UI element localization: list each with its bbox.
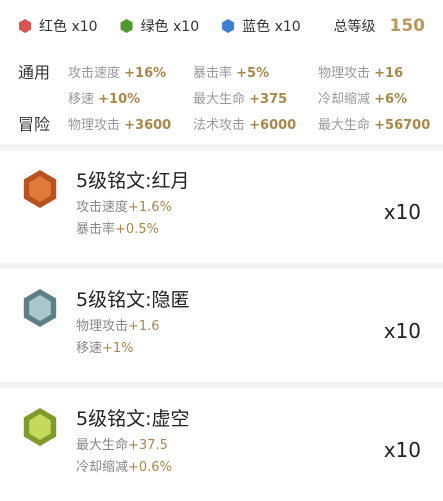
rune-stat: 冷却缩减+0.6% [76,456,172,475]
stat-name: 移速 [68,91,95,107]
green-gem-count: 绿色 x10 [120,16,200,36]
blue-gem-icon [222,19,235,33]
stat-name: 最大生命 [193,91,246,107]
general-label: 通用 [18,63,51,82]
rune-stat-value: +0.6% [128,460,172,475]
rune-quantity: x10 [383,200,421,224]
rune-stat: 攻击速度+1.6% [76,196,172,215]
total-level: 总等级 150 [334,16,426,36]
stat-value: +6000 [249,117,297,133]
rune-stat-name: 冷却缩减 [76,460,129,475]
red-gem-count: 红色 x10 [18,16,98,36]
green-gem-icon [120,19,133,33]
general-row-1: 通用 攻击速度 +16% 暴击率 +5% 物理攻击 +16 [0,58,443,84]
stats-table: 通用 攻击速度 +16% 暴击率 +5% 物理攻击 +16 移速 +10% 最大… [0,58,443,136]
void-rune-icon [23,408,57,446]
stat-cell: 移速 +10% [68,88,193,107]
adventure-label: 冒险 [18,115,51,134]
stat-cell: 暴击率 +5% [193,62,318,81]
rune-stat-name: 攻击速度 [76,200,129,215]
rune-title: 5级铭文:隐匿 [76,289,190,311]
green-gem-label: 绿色 x10 [140,19,200,35]
rune-stat-value: +37.5 [128,438,168,453]
stat-value: +16% [124,65,167,81]
stat-name: 物理攻击 [68,117,121,133]
rune-title: 5级铭文:虚空 [76,408,190,430]
general-row-2: 移速 +10% 最大生命 +375 冷却缩减 +6% [0,84,443,110]
total-level-label: 总等级 [333,19,376,35]
rune-stat: 最大生命+37.5 [76,434,168,453]
stat-name: 物理攻击 [318,65,371,81]
stat-name: 法术攻击 [193,117,246,133]
red-gem-label: 红色 x10 [39,19,98,35]
blue-gem-label: 蓝色 x10 [242,19,301,35]
total-level-value: 150 [389,16,426,36]
stat-cell: 冷却缩减 +6% [318,88,443,107]
stat-value: +10% [98,91,141,107]
adventure-row: 冒险 物理攻击 +3600 法术攻击 +6000 最大生命 +56700 [0,110,443,136]
rune-card-red-moon[interactable]: 5级铭文:红月 攻击速度+1.6% 暴击率+0.5% x10 [0,150,443,263]
hidden-rune-icon [23,289,57,327]
stat-name: 最大生命 [318,117,371,133]
stat-value: +3600 [124,117,172,133]
stat-cell: 物理攻击 +16 [318,62,443,81]
stat-name: 冷却缩减 [318,91,371,107]
stat-cell: 法术攻击 +6000 [193,114,318,133]
rune-stat: 暴击率+0.5% [76,218,159,237]
stat-name: 攻击速度 [68,65,121,81]
rune-card-void[interactable]: 5级铭文:虚空 最大生命+37.5 冷却缩减+0.6% x10 [0,388,443,501]
rune-stat-name: 暴击率 [76,222,116,237]
rune-stat-name: 最大生命 [76,438,129,453]
rune-stat-value: +1.6 [128,319,160,334]
rune-card-hidden[interactable]: 5级铭文:隐匿 物理攻击+1.6 移速+1% x10 [0,269,443,382]
rune-title: 5级铭文:红月 [76,170,190,192]
gem-counts: 红色 x10 绿色 x10 蓝色 x10 总等级 150 [0,0,443,52]
stat-value: +56700 [374,117,431,133]
rune-stat-value: +1% [102,341,134,356]
rune-stat-value: +1.6% [128,200,172,215]
stat-cell: 最大生命 +56700 [318,114,443,133]
blue-gem-count: 蓝色 x10 [221,16,301,36]
rune-quantity: x10 [383,319,421,343]
stat-cell: 攻击速度 +16% [68,62,193,81]
stat-value: +5% [236,65,270,81]
rune-stat-name: 物理攻击 [76,319,129,334]
stat-name: 暴击率 [193,65,233,81]
rune-stat: 物理攻击+1.6 [76,315,160,334]
stat-cell: 最大生命 +375 [193,88,318,107]
red-gem-icon [18,19,32,33]
red-moon-rune-icon [23,170,57,208]
rune-quantity: x10 [383,438,421,462]
rune-stat: 移速+1% [76,337,134,356]
stat-cell: 物理攻击 +3600 [68,114,193,133]
rune-stat-name: 移速 [76,341,103,356]
summary-panel: 红色 x10 绿色 x10 蓝色 x10 总等级 150 通用 攻击速度 +16… [0,0,443,144]
rune-stat-value: +0.5% [115,222,159,237]
stat-value: +6% [374,91,408,107]
stat-value: +16 [374,65,404,81]
stat-value: +375 [249,91,288,107]
